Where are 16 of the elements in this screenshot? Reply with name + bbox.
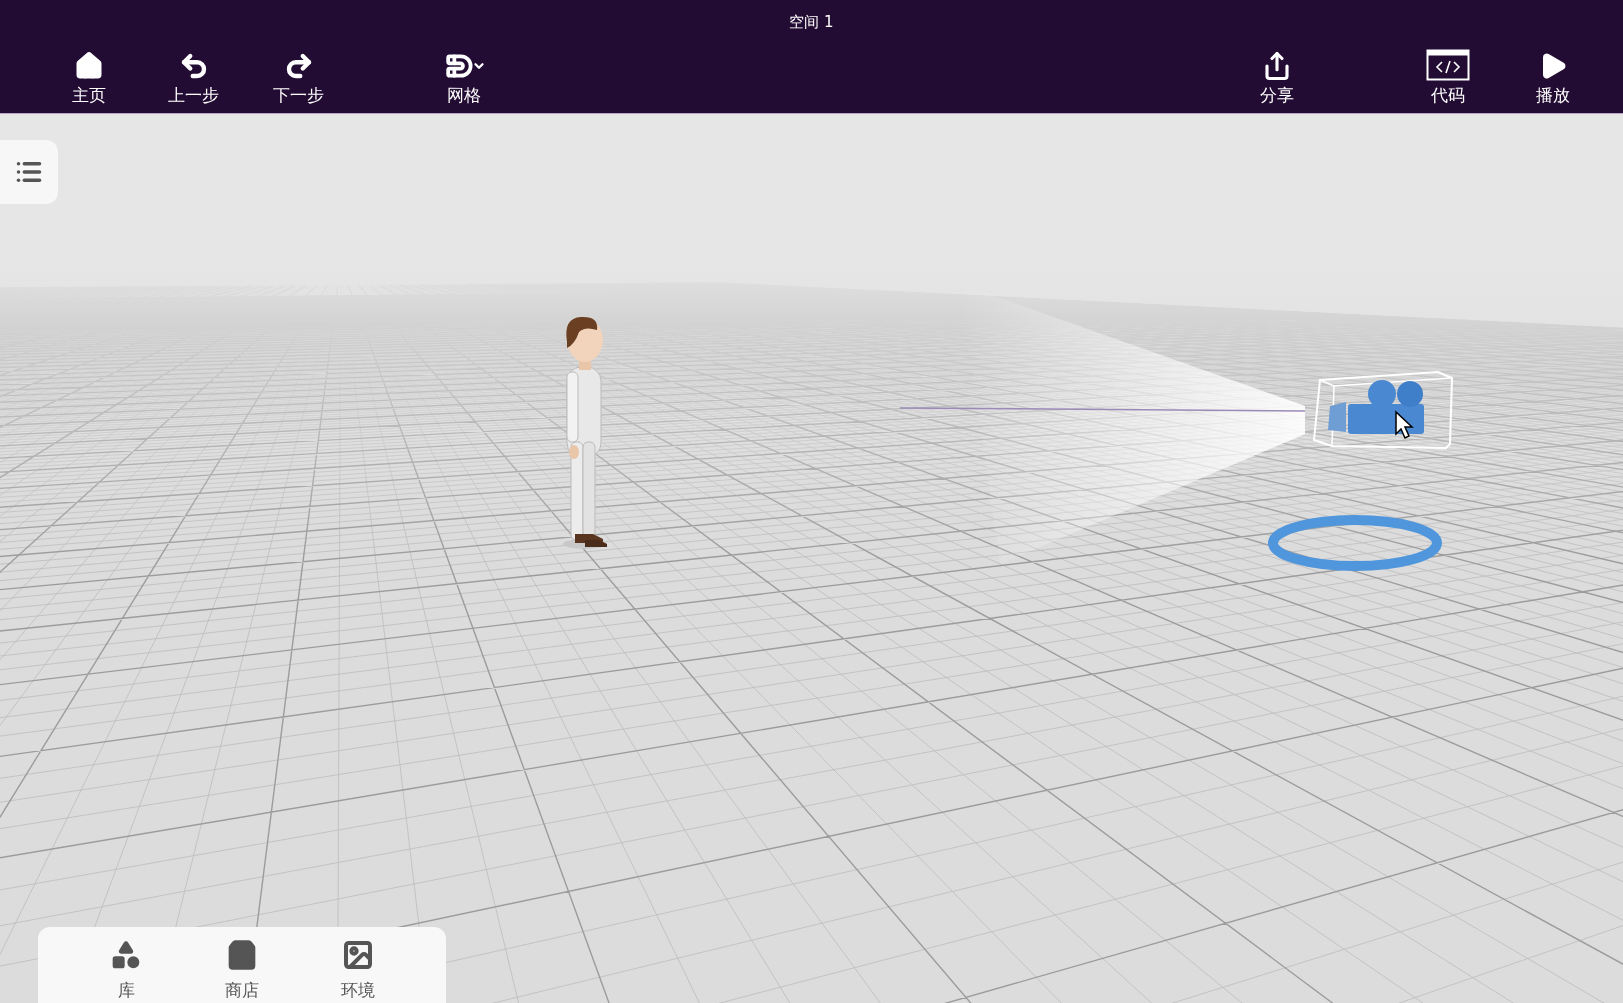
share-button[interactable]: 分享 [1224,51,1329,107]
undo-button[interactable]: 上一步 [141,51,246,107]
grid-button[interactable]: 网格 [409,51,519,107]
play-button[interactable]: 播放 [1500,51,1605,107]
code-icon [1425,49,1470,81]
environment-tab[interactable]: 环境 [318,927,398,1003]
library-tab[interactable]: 库 [86,927,166,1003]
home-button[interactable]: 主页 [36,51,141,107]
code-button[interactable]: 代码 [1395,49,1500,107]
home-icon [73,51,104,81]
outline-list-button[interactable] [0,140,58,204]
space-title: 空间 1 [789,12,834,32]
redo-button[interactable]: 下一步 [246,51,351,107]
landscape-icon [341,939,375,971]
ring-marker-icon [1265,512,1445,574]
store-tab[interactable]: 商店 [202,927,282,1003]
